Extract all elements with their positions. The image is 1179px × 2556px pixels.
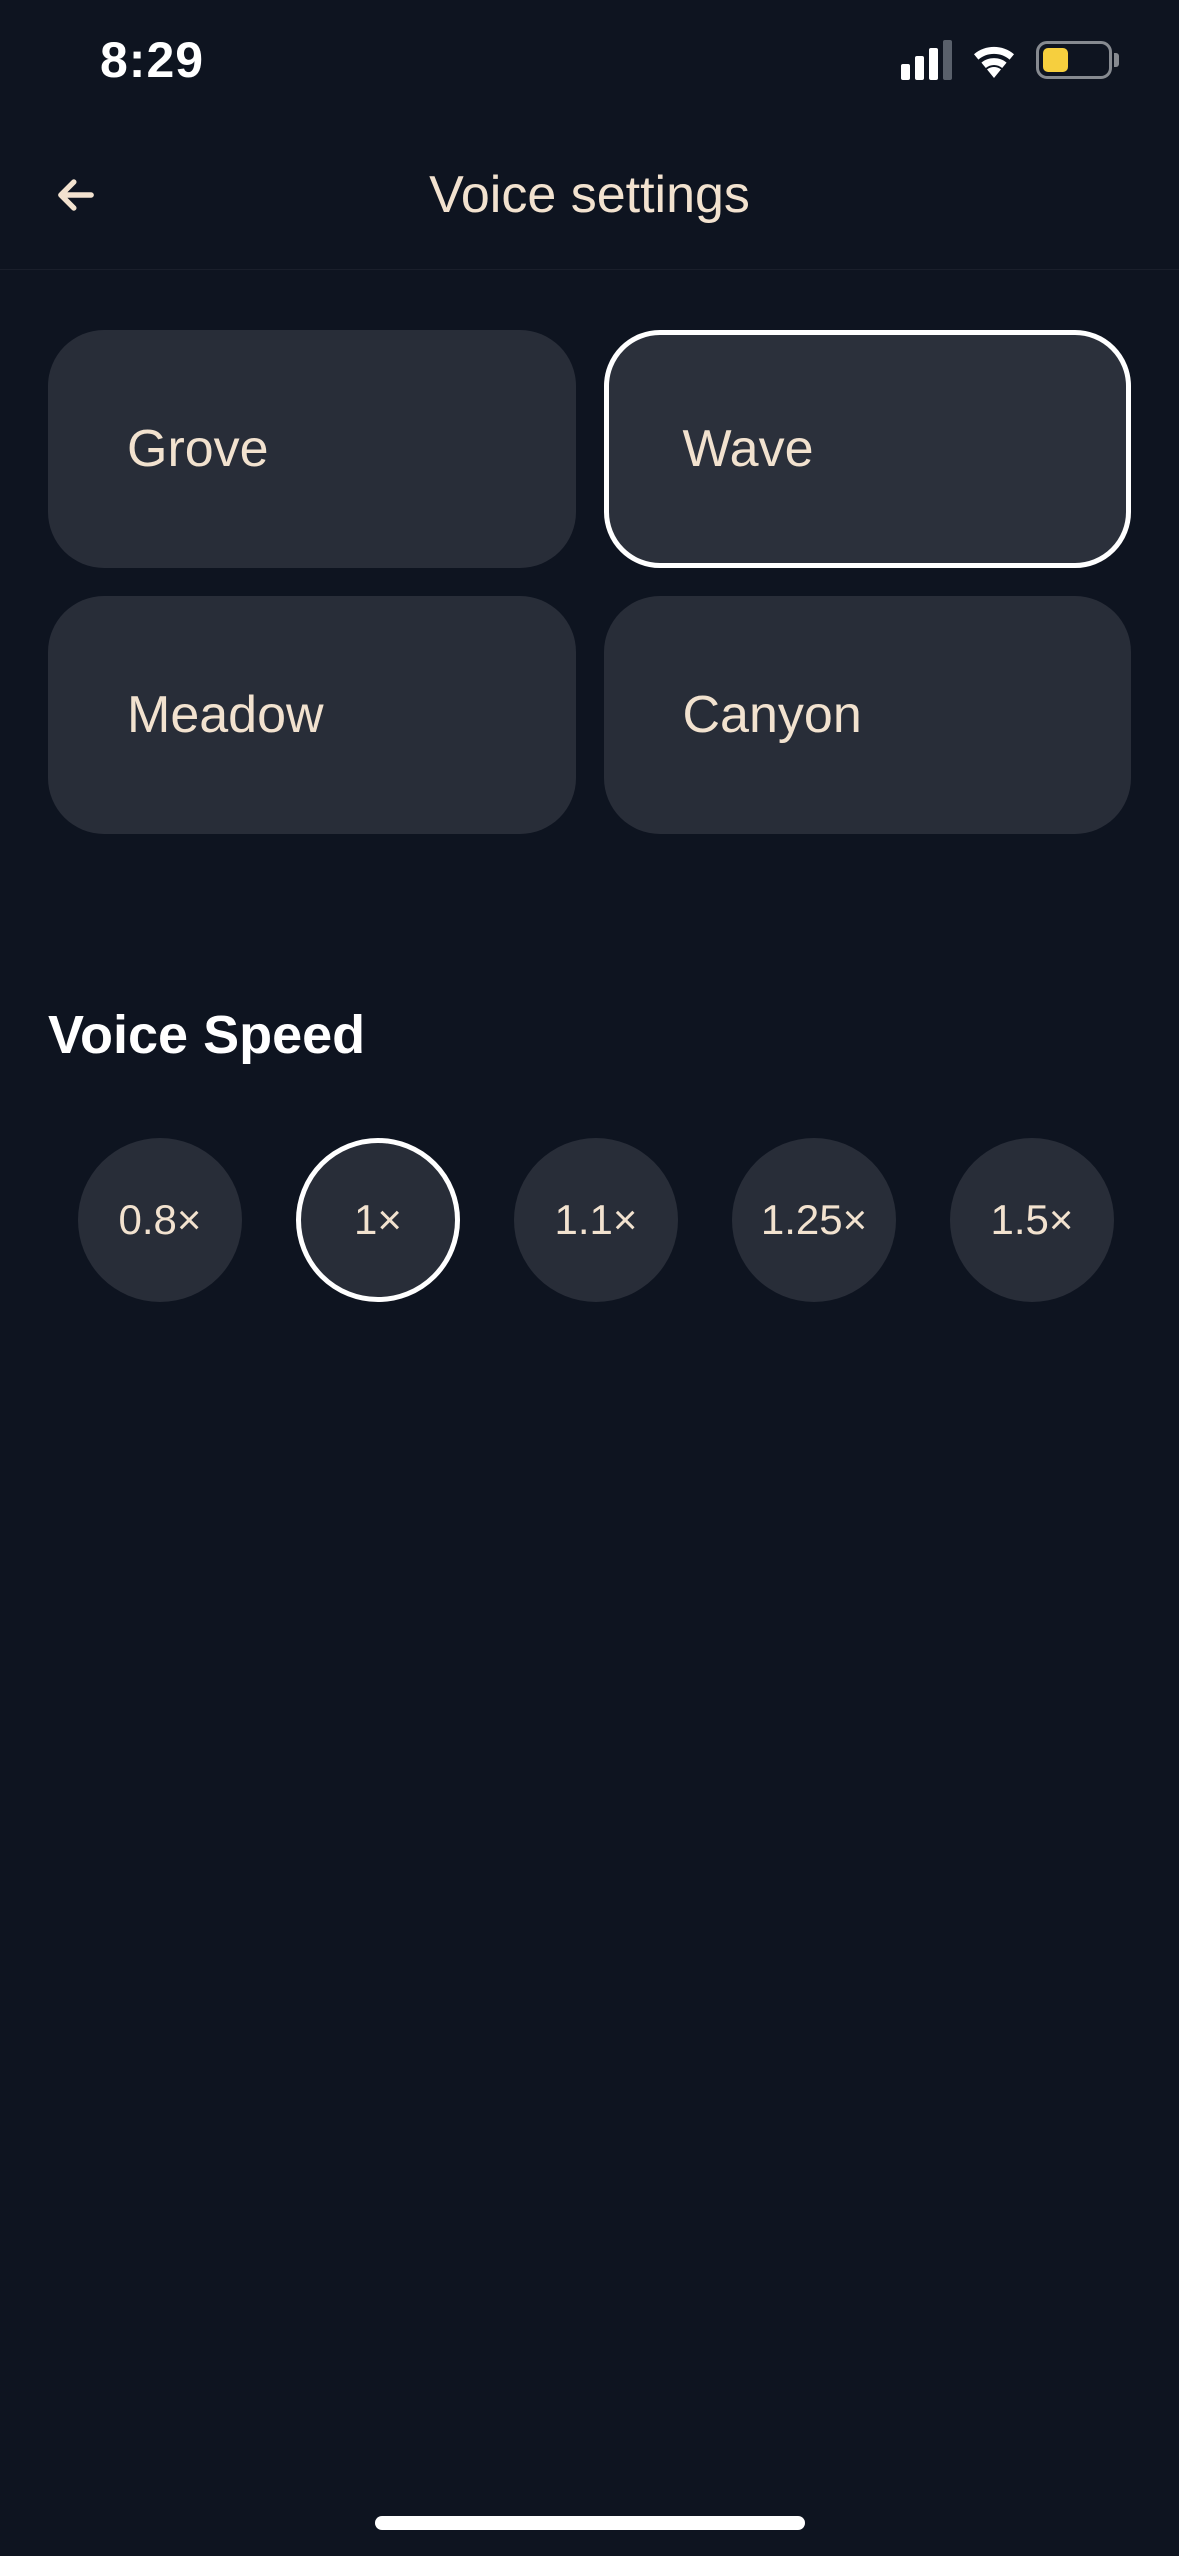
- back-button[interactable]: [36, 155, 116, 235]
- arrow-left-icon: [50, 169, 102, 221]
- voice-speed-section: Voice Speed 0.8× 1× 1.1× 1.25× 1.5×: [48, 1004, 1131, 1302]
- page-header: Voice settings: [0, 120, 1179, 270]
- speed-option-1-1x[interactable]: 1.1×: [514, 1138, 678, 1302]
- speed-option-label: 1.25×: [761, 1196, 867, 1244]
- voice-option-label: Canyon: [683, 685, 862, 745]
- status-icons: [901, 38, 1119, 83]
- cellular-icon: [901, 40, 952, 80]
- voice-option-meadow[interactable]: Meadow: [48, 596, 576, 834]
- battery-icon: [1036, 41, 1119, 79]
- speed-option-1-5x[interactable]: 1.5×: [950, 1138, 1114, 1302]
- speed-option-label: 1.5×: [991, 1196, 1074, 1244]
- voice-options-grid: Grove Wave Meadow Canyon: [48, 330, 1131, 834]
- voice-option-canyon[interactable]: Canyon: [604, 596, 1132, 834]
- speed-option-label: 1.1×: [555, 1196, 638, 1244]
- voice-option-label: Grove: [127, 419, 269, 479]
- voice-option-label: Wave: [683, 419, 814, 479]
- speed-option-label: 1×: [354, 1196, 402, 1244]
- voice-option-wave[interactable]: Wave: [604, 330, 1132, 568]
- voice-speed-options: 0.8× 1× 1.1× 1.25× 1.5×: [48, 1138, 1131, 1302]
- voice-option-grove[interactable]: Grove: [48, 330, 576, 568]
- content: Grove Wave Meadow Canyon Voice Speed 0.8…: [0, 270, 1179, 1302]
- speed-option-0-8x[interactable]: 0.8×: [78, 1138, 242, 1302]
- speed-option-1-25x[interactable]: 1.25×: [732, 1138, 896, 1302]
- speed-option-label: 0.8×: [119, 1196, 202, 1244]
- wifi-icon: [970, 38, 1018, 83]
- status-time: 8:29: [100, 31, 204, 89]
- page-title: Voice settings: [0, 165, 1179, 225]
- voice-option-label: Meadow: [127, 685, 324, 745]
- voice-speed-title: Voice Speed: [48, 1004, 1131, 1066]
- status-bar: 8:29: [0, 0, 1179, 120]
- speed-option-1x[interactable]: 1×: [296, 1138, 460, 1302]
- home-indicator[interactable]: [375, 2516, 805, 2530]
